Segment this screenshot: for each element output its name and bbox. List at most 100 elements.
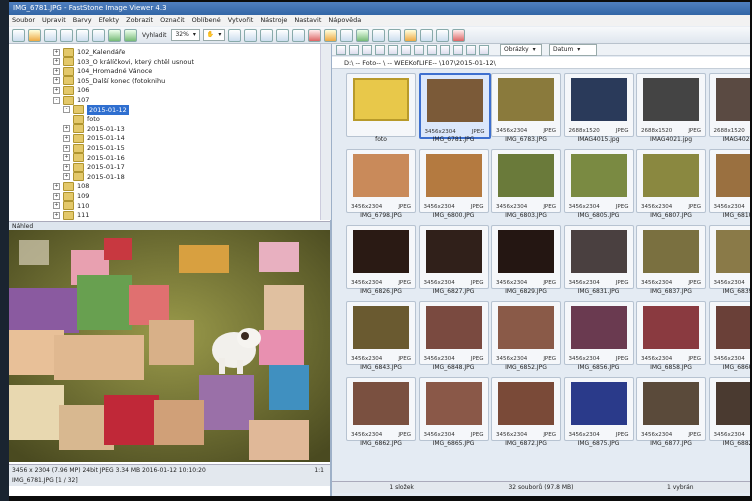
tree-scrollbar[interactable] [320,44,331,220]
image-thumbnail[interactable]: 3456x2304 JPEG IMG_6807.JPG [636,149,706,224]
menu-favorites[interactable]: Oblíbené [192,15,221,26]
tree-node[interactable]: +2015-01-15 [63,143,125,153]
crop-icon[interactable] [276,28,290,42]
image-thumbnail[interactable]: 3456x2304JPEGIMG_6839.JPG [708,225,750,300]
image-thumbnail[interactable]: 3456x2304 JPEG IMG_6831.JPG [563,225,634,300]
exit-icon[interactable] [452,28,466,42]
image-thumbnail[interactable]: 3456x2304 JPEG IMG_6805.JPG [563,149,634,224]
tree-node[interactable]: +2015-01-14 [63,133,125,143]
delete-icon[interactable] [440,44,450,55]
tree-node[interactable]: +109 [53,191,89,201]
print-icon[interactable] [60,28,73,42]
screen-capture-icon[interactable] [420,28,434,42]
tree-node[interactable]: +2015-01-17 [63,162,125,172]
image-thumbnail[interactable]: 3456x2304 JPEG IMG_6875.JPG [563,377,634,452]
tree-node[interactable]: +103_O králíčkovi, který chtěl usnout [53,57,194,67]
expand-icon[interactable]: + [53,67,60,75]
image-thumbnail[interactable]: 3456x2304 JPEG IMG_6783.JPG [491,73,561,148]
image-thumbnail[interactable]: 3456x2304 JPEG IMG_6800.JPG [418,149,489,224]
resize-icon[interactable] [292,28,306,42]
tree-node[interactable]: +105_Další konec (fotoknihu [53,76,165,86]
back-icon[interactable] [336,44,346,55]
tree-node[interactable]: +2015-01-13 [63,124,125,134]
image-thumbnail[interactable]: 3456x2304 JPEG IMG_6852.JPG [491,301,561,376]
menu-colors[interactable]: Barvy [73,15,92,26]
menu-create[interactable]: Vytvořit [228,15,254,26]
flip-icon[interactable] [260,28,274,42]
preview-image[interactable] [9,230,330,462]
move-to-icon[interactable] [401,44,411,55]
image-thumbnail[interactable]: 3456x2304 JPEG IMG_6798.JPG [346,149,416,224]
expand-icon[interactable]: + [53,58,60,66]
menu-tools[interactable]: Nástroje [260,15,287,26]
red-eye-icon[interactable] [308,28,322,42]
compare-icon[interactable] [388,28,402,42]
tree-node[interactable]: +106 [53,85,89,95]
expand-icon[interactable]: + [53,211,60,219]
copy-icon[interactable] [76,28,89,42]
image-thumbnail[interactable]: 3456x2304 JPEG IMG_6865.JPG [418,377,489,452]
image-thumbnail[interactable]: 3456x2304JPEGIMG_6882.JPG [708,377,750,452]
image-thumbnail[interactable]: 2688x1520 JPEG IMAG4015.jpg [563,73,634,148]
image-thumbnail[interactable]: 3456x2304 JPEG IMG_6843.JPG [346,301,416,376]
image-thumbnail[interactable]: 2688x1520JPEGIMAG4025.jpg [708,73,750,148]
tree-node[interactable]: - 2015-01-12 [63,104,129,115]
settings-icon[interactable] [436,28,450,42]
image-thumbnail[interactable]: 3456x2304 JPEG IMG_6858.JPG [636,301,706,376]
adjust-icon[interactable] [324,28,338,42]
menu-view[interactable]: Zobrazit [126,15,153,26]
image-thumbnail[interactable]: 3456x2304 JPEG IMG_6848.JPG [418,301,489,376]
expand-icon[interactable]: + [53,192,60,200]
expand-icon[interactable]: + [53,77,60,85]
sort-select[interactable]: Datum ▾ [549,43,597,56]
menu-settings[interactable]: Nastavit [294,15,321,26]
tree-node[interactable]: +2015-01-18 [63,172,125,182]
tree-node[interactable]: +110 [53,201,89,211]
zoom-select[interactable]: 32% ▾ [171,29,200,41]
zoom-in-icon[interactable] [108,28,121,42]
tree-node[interactable]: +108 [53,181,89,191]
tree-node[interactable]: +111 [53,210,89,220]
tree-node[interactable]: +104_Hromadné Vánoce [53,66,152,76]
save-icon[interactable] [44,28,57,42]
expand-icon[interactable]: + [53,86,60,94]
menu-edit[interactable]: Upravit [42,15,66,26]
folder-tree[interactable]: +102_Kalendáře +103_O králíčkovi, který c… [9,44,320,220]
image-thumbnail[interactable]: 3456x2304 JPEG IMG_6803.JPG [491,149,561,224]
menu-tag[interactable]: Označit [160,15,185,26]
zoom-out-icon[interactable] [124,28,137,42]
tree-node[interactable]: foto [73,114,100,124]
slideshow-icon[interactable] [372,28,386,42]
collapse-icon[interactable]: - [63,106,70,114]
filter-select[interactable]: Obrázky ▾ [500,43,542,56]
copy-to-icon[interactable] [388,44,398,55]
expand-icon[interactable]: + [63,144,70,152]
effects-icon[interactable] [356,28,370,42]
menu-effects[interactable]: Efekty [99,15,120,26]
image-thumbnail[interactable]: 3456x2304 JPEG IMG_6872.JPG [491,377,561,452]
rotate-right-icon[interactable] [244,28,258,42]
image-thumbnail[interactable]: 3456x2304 JPEG IMG_6781.JPG [418,73,491,148]
email-icon[interactable] [92,28,105,42]
image-thumbnail[interactable]: 3456x2304 JPEG IMG_6837.JPG [636,225,706,300]
image-thumbnail[interactable]: 3456x2304JPEGIMG_6810.JPG [708,149,750,224]
image-thumbnail[interactable]: 3456x2304 JPEG IMG_6826.JPG [346,225,416,300]
expand-icon[interactable]: + [63,163,70,171]
image-thumbnail[interactable]: 2688x1520 JPEG IMAG4021.jpg [636,73,706,148]
expand-icon[interactable]: + [63,154,70,162]
tree-node[interactable]: +2015-01-16 [63,153,125,163]
zoom-ratio[interactable]: 1:1 [314,465,324,475]
image-thumbnail[interactable]: 3456x2304 JPEG IMG_6877.JPG [636,377,706,452]
expand-icon[interactable]: + [63,125,70,133]
smooth-label[interactable]: Vyhladit [140,32,168,39]
rotate-left-icon[interactable] [228,28,242,42]
forward-icon[interactable] [349,44,359,55]
up-folder-icon[interactable] [362,44,372,55]
collapse-icon[interactable]: - [53,96,60,104]
view-mode-icon[interactable] [453,44,463,55]
expand-icon[interactable]: + [53,202,60,210]
rename-icon[interactable] [414,44,424,55]
expand-icon[interactable]: + [53,48,60,56]
folder-thumbnail[interactable]: foto [346,73,416,148]
image-thumbnail[interactable]: 3456x2304JPEGIMG_6860.JPG [708,301,750,376]
